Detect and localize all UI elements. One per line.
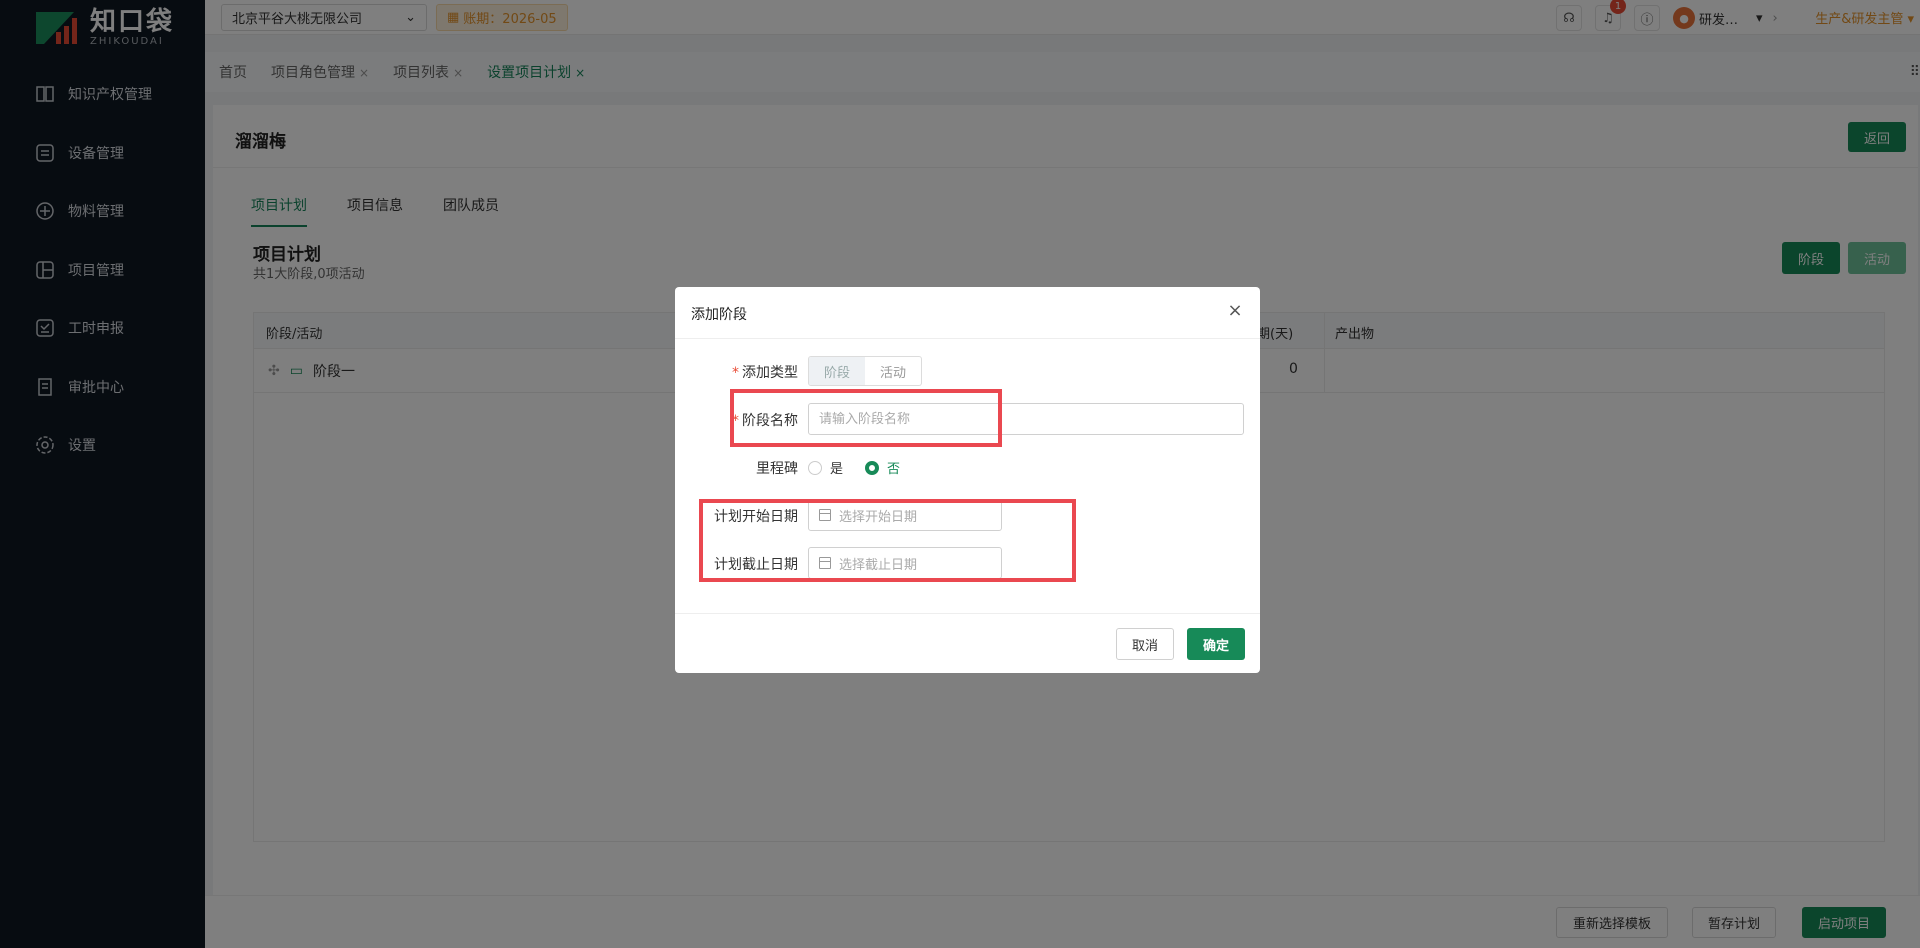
milestone-radio-group: 是 否 <box>808 458 900 477</box>
type-segmented[interactable]: 阶段 活动 <box>808 356 922 386</box>
milestone-label: 里程碑 <box>756 461 798 477</box>
type-option-stage[interactable]: 阶段 <box>809 357 865 385</box>
confirm-button[interactable]: 确定 <box>1187 628 1245 660</box>
dialog-footer: 取消 确定 <box>675 613 1260 673</box>
highlight-box-dates <box>699 499 1076 582</box>
type-option-activity[interactable]: 活动 <box>865 357 921 385</box>
milestone-no-radio[interactable]: 否 <box>865 458 900 477</box>
cancel-button[interactable]: 取消 <box>1116 628 1174 660</box>
type-row: * 添加类型 阶段 活动 <box>675 355 1260 387</box>
highlight-box-stage-name <box>730 389 1002 447</box>
add-stage-dialog: 添加阶段 × *添加类型 阶段 活动 *阶段名称 里程碑 是 否 计划开始日期 … <box>675 287 1260 673</box>
milestone-yes-radio[interactable]: 是 <box>808 458 843 477</box>
dialog-title: 添加阶段 <box>691 307 747 323</box>
milestone-row: 里程碑 是 否 <box>675 451 1260 483</box>
type-label: * 添加类型 <box>732 365 798 381</box>
close-icon[interactable]: × <box>1224 299 1246 321</box>
